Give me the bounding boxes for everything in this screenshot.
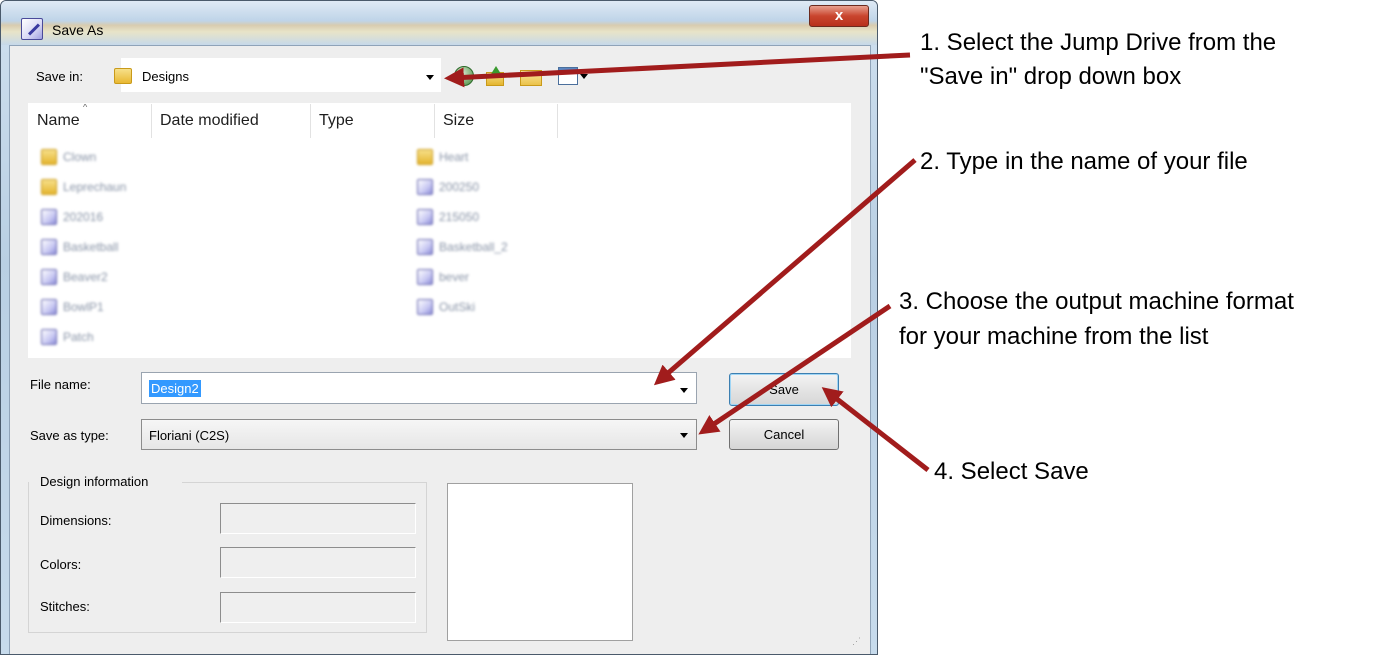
annotation-arrows [444, 52, 930, 472]
arrow-step-3 [698, 303, 892, 435]
arrow-step-1 [444, 52, 911, 88]
arrow-step-2 [653, 158, 917, 386]
arrow-step-4 [821, 387, 930, 472]
